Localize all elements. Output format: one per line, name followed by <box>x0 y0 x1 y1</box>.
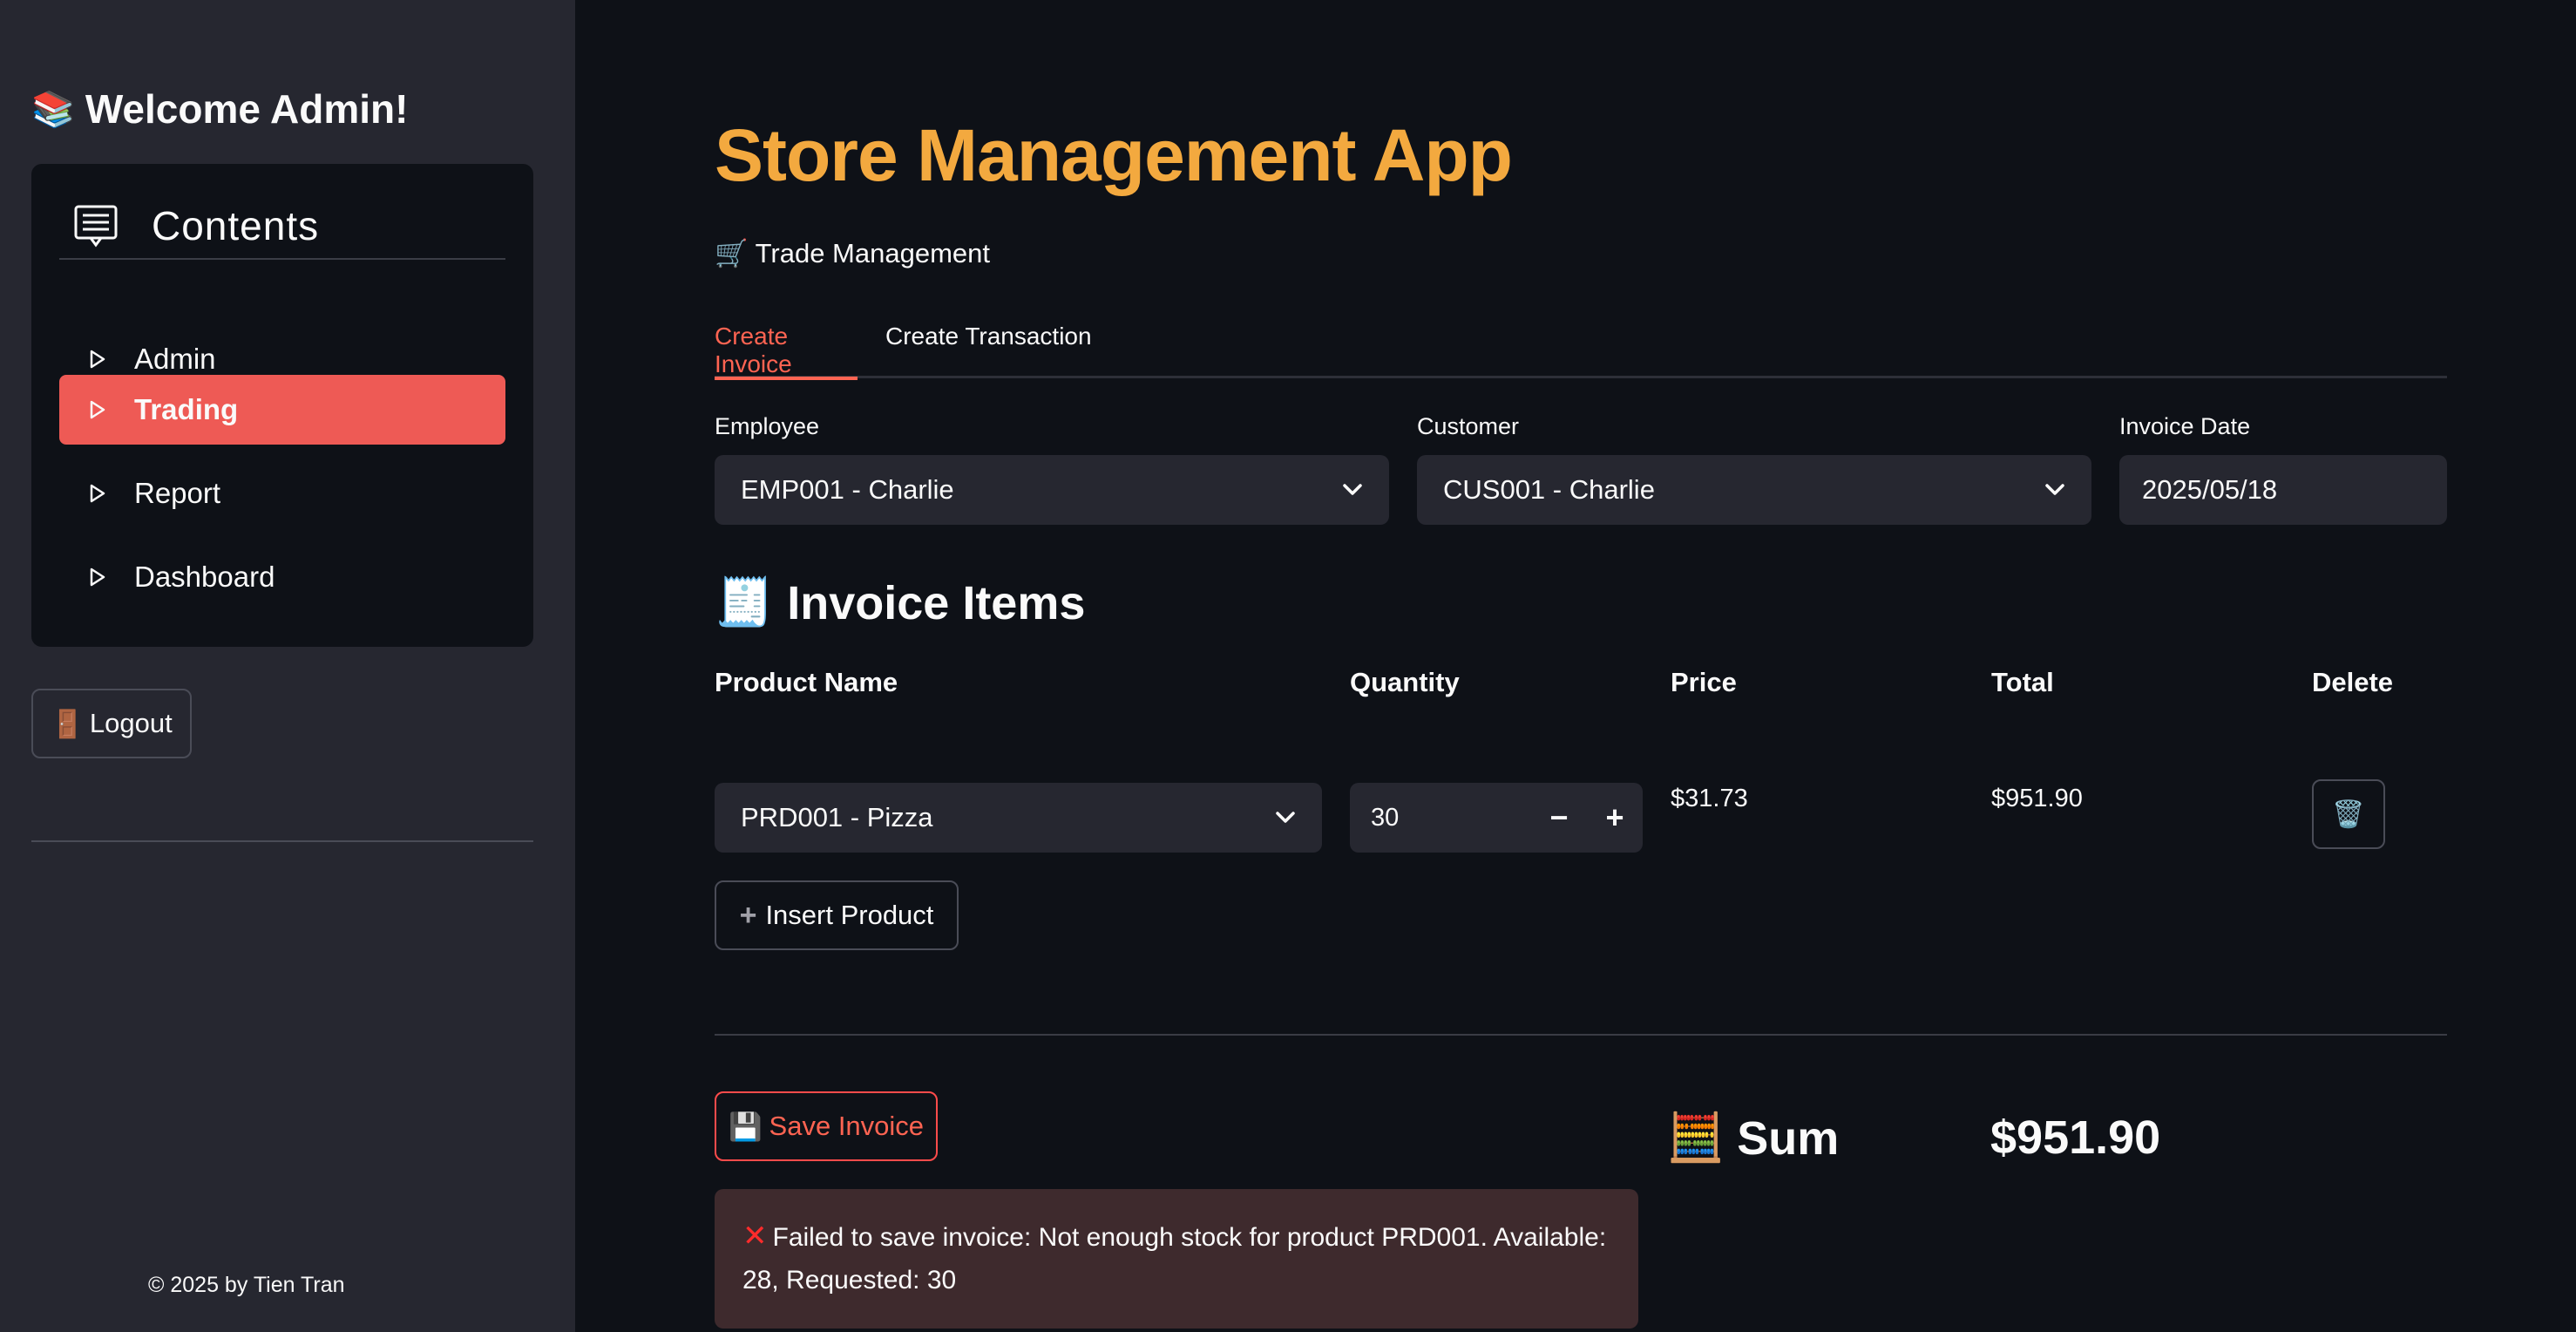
sum-label: Sum <box>1737 1111 1840 1165</box>
sidebar-item-report[interactable]: Report <box>59 459 505 528</box>
employee-value: EMP001 - Charlie <box>741 474 954 505</box>
insert-product-button[interactable]: + Insert Product <box>715 880 959 950</box>
delete-item-button[interactable]: 🗑️ <box>2312 779 2385 849</box>
customer-select[interactable]: CUS001 - Charlie <box>1417 455 2091 525</box>
error-alert: ✕ Failed to save invoice: Not enough stoc… <box>715 1189 1638 1329</box>
receipt-list-icon <box>74 205 118 248</box>
quantity-stepper[interactable]: 30 − + <box>1350 783 1643 853</box>
receipt-icon: 🧾 <box>715 576 774 629</box>
customer-value: CUS001 - Charlie <box>1443 474 1655 505</box>
invoice-items-title: Invoice Items <box>787 576 1086 629</box>
app: 📚 Welcome Admin! Contents Admin Trading … <box>0 0 2576 1332</box>
sum-heading: 🧮 Sum <box>1666 1111 1839 1166</box>
door-icon: 🚪 <box>51 708 85 739</box>
chevron-down-icon <box>1276 812 1295 823</box>
item-total: $951.90 <box>1991 785 2083 812</box>
invoice-date-input[interactable]: 2025/05/18 <box>2119 455 2447 525</box>
item-price: $31.73 <box>1671 785 1748 812</box>
page-title: Store Management App <box>715 114 1513 196</box>
play-triangle-icon <box>90 484 105 503</box>
menu-title: Contents <box>152 203 320 248</box>
invoice-date-value: 2025/05/18 <box>2142 474 2278 505</box>
sidebar-item-trading[interactable]: Trading <box>59 375 505 445</box>
sidebar-divider <box>31 840 533 842</box>
plus-icon[interactable]: + <box>1589 783 1641 853</box>
books-icon: 📚 <box>31 90 75 129</box>
tab-create-transaction[interactable]: Create Transaction <box>885 323 1092 378</box>
column-header-product: Product Name <box>715 667 898 697</box>
plus-icon: + <box>739 898 757 932</box>
cross-mark-icon: ✕ <box>742 1220 768 1253</box>
tab-bar: Create Invoice Create Transaction <box>715 323 2447 380</box>
page-subtitle: 🛒 Trade Management <box>715 237 990 269</box>
section-divider <box>715 1034 2447 1036</box>
chevron-down-icon <box>1343 484 1362 495</box>
column-header-delete: Delete <box>2312 667 2394 697</box>
sidebar-item-label: Trading <box>134 393 239 425</box>
sidebar-item-label: Report <box>134 477 221 509</box>
play-triangle-icon <box>90 567 105 587</box>
employee-label: Employee <box>715 413 820 439</box>
invoice-items-heading: 🧾 Invoice Items <box>715 575 1085 630</box>
abacus-icon: 🧮 <box>1666 1111 1725 1164</box>
main-content: Store Management App 🛒 Trade Management … <box>715 0 2447 1332</box>
welcome-text: Welcome Admin! <box>85 86 409 132</box>
copyright-text: © 2025 by Tien Tran <box>148 1273 345 1297</box>
sidebar-item-label: Dashboard <box>134 561 275 593</box>
save-invoice-label: Save Invoice <box>769 1111 925 1141</box>
wastebasket-icon: 🗑️ <box>2332 799 2365 829</box>
invoice-date-label: Invoice Date <box>2119 413 2251 439</box>
error-message: Failed to save invoice: Not enough stock… <box>742 1223 1607 1295</box>
subtitle-text: Trade Management <box>755 237 990 268</box>
customer-label: Customer <box>1417 413 1520 439</box>
floppy-disk-icon: 💾 <box>728 1111 763 1142</box>
navigation-menu: Contents Admin Trading Report Dashboard <box>31 164 533 647</box>
logout-button[interactable]: 🚪 Logout <box>31 689 192 758</box>
product-value: PRD001 - Pizza <box>741 802 933 832</box>
minus-icon[interactable]: − <box>1533 783 1585 853</box>
quantity-value: 30 <box>1371 803 1400 832</box>
save-invoice-button[interactable]: 💾 Save Invoice <box>715 1091 938 1161</box>
welcome-heading: 📚 Welcome Admin! <box>31 85 408 133</box>
sidebar-item-label: Admin <box>134 343 216 375</box>
play-triangle-icon <box>90 400 105 419</box>
logout-label: Logout <box>89 708 173 738</box>
sidebar-item-dashboard[interactable]: Dashboard <box>59 542 505 612</box>
column-header-price: Price <box>1671 667 1737 697</box>
chevron-down-icon <box>2045 484 2064 495</box>
insert-product-label: Insert Product <box>765 900 934 930</box>
column-header-total: Total <box>1991 667 2054 697</box>
menu-header: Contents <box>59 194 505 260</box>
employee-select[interactable]: EMP001 - Charlie <box>715 455 1389 525</box>
product-select[interactable]: PRD001 - Pizza <box>715 783 1322 853</box>
shopping-cart-icon: 🛒 <box>715 238 749 268</box>
tab-create-invoice[interactable]: Create Invoice <box>715 323 858 380</box>
column-header-quantity: Quantity <box>1350 667 1460 697</box>
play-triangle-icon <box>90 350 105 369</box>
sum-value: $951.90 <box>1990 1111 2161 1164</box>
sidebar: 📚 Welcome Admin! Contents Admin Trading … <box>0 0 575 1332</box>
